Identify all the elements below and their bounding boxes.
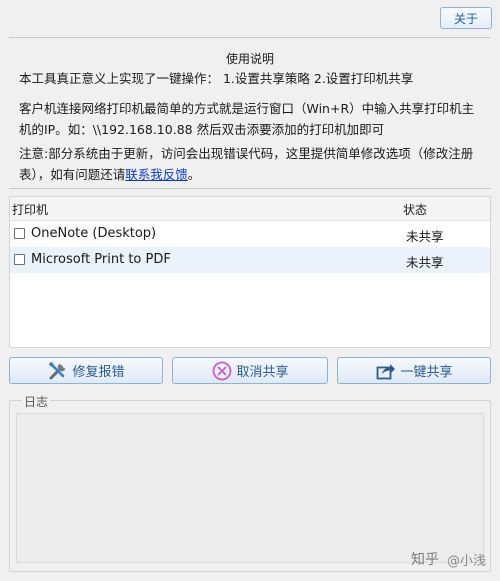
top-separator (9, 37, 491, 38)
printer-list-header: 打印机 状态 (10, 197, 490, 221)
unshare-label: 取消共享 (236, 365, 289, 380)
watermark: 知乎 @小浅 (411, 549, 486, 569)
column-header-printer: 打印机 (12, 203, 49, 217)
printer-status: 未共享 (406, 229, 444, 244)
watermark-user: @小浅 (446, 553, 486, 569)
unshare-button[interactable]: 取消共享 (172, 357, 328, 384)
repair-button[interactable]: 修复报错 (9, 357, 163, 384)
wrench-icon (47, 360, 69, 382)
about-button[interactable]: 关于 (440, 7, 492, 29)
feedback-link[interactable]: 联系我反馈 (125, 167, 188, 182)
printer-name: OneNote (Desktop) (31, 226, 157, 241)
note-suffix: 。 (187, 167, 201, 182)
note-text: 注意:部分系统由于更新，访问会出现错误代码，这里提供简单修改选项（修改注册表），… (19, 146, 474, 182)
share-label: 一键共享 (400, 365, 453, 380)
instructions-title: 使用说明 (225, 52, 274, 66)
cancel-circle-icon (211, 360, 233, 382)
printer-checkbox[interactable] (14, 228, 25, 239)
printer-checkbox[interactable] (14, 254, 25, 265)
column-header-status: 状态 (403, 203, 428, 217)
printer-list: 打印机 状态 OneNote (Desktop) 未共享 Microsoft P… (9, 196, 491, 348)
printer-name: Microsoft Print to PDF (31, 252, 171, 267)
share-icon (375, 360, 397, 382)
share-button[interactable]: 一键共享 (337, 357, 491, 384)
instructions-line1: 本工具真正意义上实现了一键操作： 1.设置共享策略 2.设置打印机共享 (19, 71, 414, 86)
zhihu-logo: 知乎 (410, 552, 439, 568)
printer-status: 未共享 (406, 255, 444, 270)
log-group: 日志 (9, 393, 491, 572)
instructions-line2: 客户机连接网络打印机最简单的方式就是运行窗口（Win+R）中输入共享打印机主机的… (19, 101, 475, 137)
printer-row[interactable]: Microsoft Print to PDF 未共享 (10, 247, 490, 273)
instructions-note: 注意:部分系统由于更新，访问会出现错误代码，这里提供简单修改选项（修改注册表），… (19, 143, 485, 185)
repair-label: 修复报错 (72, 365, 125, 380)
printer-row[interactable]: OneNote (Desktop) 未共享 (10, 221, 490, 247)
mid-separator (9, 188, 491, 189)
log-output[interactable] (16, 413, 484, 563)
log-legend: 日志 (22, 393, 51, 410)
